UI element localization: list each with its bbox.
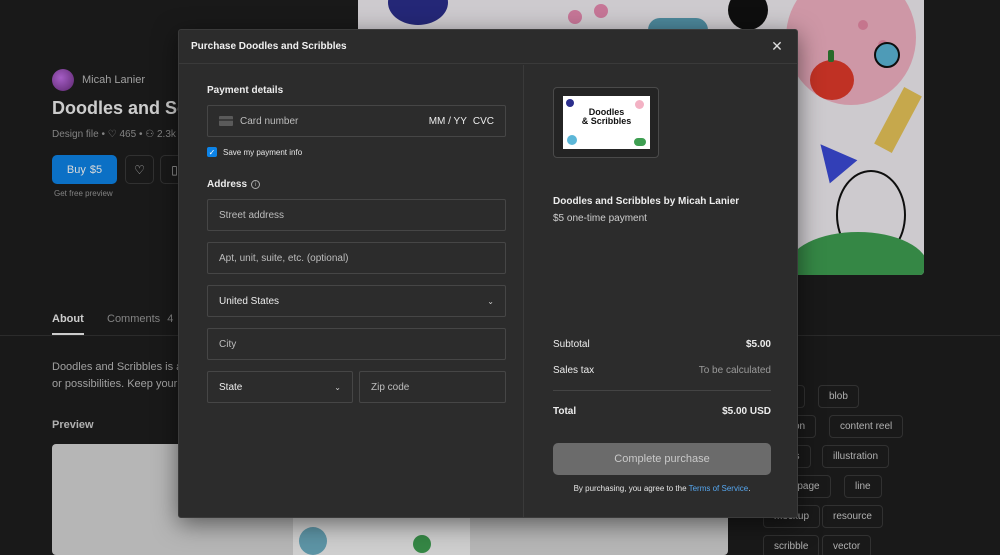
summary-divider: [553, 390, 771, 391]
zip-code-field-text: Zip code: [371, 381, 410, 393]
expiry-placeholder[interactable]: MM / YY: [429, 116, 467, 127]
terms-notice: By purchasing, you agree to the Terms of…: [573, 484, 751, 493]
product-thumbnail: Doodles & Scribbles: [553, 87, 659, 158]
cvc-placeholder[interactable]: CVC: [473, 116, 494, 127]
product-name: Doodles and Scribbles by Micah Lanier: [553, 196, 740, 207]
country-select[interactable]: United States ⌄: [207, 285, 506, 317]
order-summary: Doodles & Scribbles Doodles and Scribbles…: [525, 65, 797, 517]
save-payment-checkbox[interactable]: ✓: [207, 147, 217, 157]
save-payment-label: Save my payment info: [223, 147, 303, 157]
sales-tax-row: Sales tax To be calculated: [553, 365, 771, 376]
country-select-text: United States: [219, 295, 280, 307]
subtotal-row: Subtotal $5.00: [553, 339, 771, 350]
zip-code-field[interactable]: Zip code: [359, 371, 506, 403]
state-select[interactable]: State ⌄: [207, 371, 353, 403]
checkout-form: Payment details Card number MM / YY CVC …: [179, 65, 524, 517]
card-number-field[interactable]: Card number MM / YY CVC: [207, 105, 506, 137]
modal-header: Purchase Doodles and Scribbles ✕: [179, 30, 797, 64]
purchase-modal: Purchase Doodles and Scribbles ✕ Payment…: [178, 29, 798, 518]
chevron-down-icon: ⌄: [334, 382, 341, 392]
total-row: Total $5.00 USD: [553, 406, 771, 417]
street-address-field[interactable]: Street address: [207, 199, 506, 231]
apt-unit-field-text: Apt, unit, suite, etc. (optional): [219, 252, 349, 264]
terms-of-service-link[interactable]: Terms of Service: [689, 484, 749, 493]
save-payment-row[interactable]: ✓ Save my payment info: [207, 147, 302, 157]
product-price-note: $5 one-time payment: [553, 213, 647, 224]
city-field[interactable]: City: [207, 328, 506, 360]
info-icon[interactable]: i: [251, 180, 261, 189]
close-icon[interactable]: ✕: [769, 38, 785, 55]
chevron-down-icon: ⌄: [487, 296, 494, 306]
payment-details-heading: Payment details: [207, 85, 284, 96]
card-number-placeholder: Card number: [240, 115, 299, 127]
address-heading: Address i: [207, 179, 261, 190]
apt-unit-field[interactable]: Apt, unit, suite, etc. (optional): [207, 242, 506, 274]
modal-title: Purchase Doodles and Scribbles: [191, 41, 347, 52]
street-address-field-text: Street address: [219, 209, 285, 221]
credit-card-icon: [219, 116, 233, 126]
city-field-text: City: [219, 338, 237, 350]
state-select-text: State: [219, 381, 243, 393]
complete-purchase-button[interactable]: Complete purchase: [553, 443, 771, 475]
